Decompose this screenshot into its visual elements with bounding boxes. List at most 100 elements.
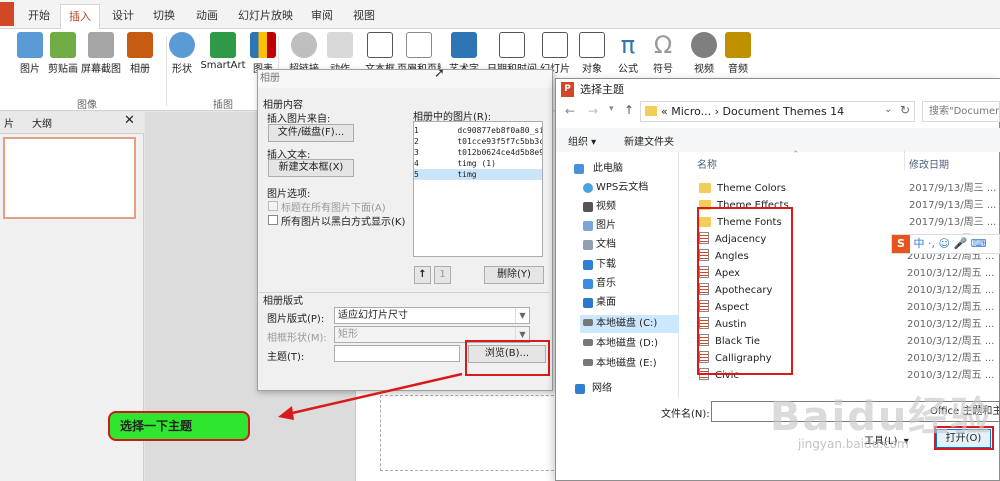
list-item[interactable]: 4 timg (1) [414, 158, 542, 169]
pi-icon: π [620, 31, 636, 59]
tab-outline[interactable]: 大纲 [32, 115, 52, 130]
picture-icon [17, 32, 43, 58]
file-name: Theme Colors [717, 183, 786, 194]
black-white-label: 所有图片以黑白方式显示(K) [281, 217, 406, 228]
screenshot-button[interactable]: 屏幕截图 [79, 32, 123, 78]
caption-below-label: 标题在所有图片下面(A) [281, 203, 386, 214]
chevron-down-icon[interactable]: ⌄ [884, 104, 892, 115]
back-arrow-icon[interactable]: ← [565, 104, 575, 118]
theme-label: 主题(T): [267, 352, 305, 363]
video-icon [583, 202, 593, 212]
order-number: 1 [434, 266, 451, 284]
outline-tab-bar [0, 112, 144, 134]
tab-view[interactable]: 视图 [345, 4, 383, 29]
photo-album-icon [127, 32, 153, 58]
picture-options-label: 图片选项: [267, 189, 311, 200]
nav-this-pc[interactable]: 此电脑 [583, 160, 623, 178]
move-up-button[interactable]: ↑ [414, 266, 431, 284]
globe-icon [291, 32, 317, 58]
new-folder-button[interactable]: 新建文件夹 [624, 133, 674, 148]
ime-toolbar[interactable]: S 中 ·, ☺ 🎤 ⌨ [891, 234, 1000, 254]
network-icon [575, 384, 585, 394]
theme-input[interactable] [334, 345, 460, 362]
caption-below-checkbox[interactable] [268, 201, 278, 211]
document-icon [583, 240, 593, 250]
refresh-icon[interactable]: ↻ [900, 103, 910, 117]
column-header-date[interactable]: 修改日期 [909, 156, 949, 171]
textbox-icon [367, 32, 393, 58]
forward-arrow-icon[interactable]: → [588, 104, 598, 118]
file-date: 2010/3/12/周五 ... [907, 285, 995, 296]
drive-icon [583, 319, 593, 326]
file-date: 2017/9/13/周三 ... [909, 200, 997, 211]
pic-layout-select[interactable]: 适应幻灯片尺寸 [334, 307, 530, 324]
list-item[interactable]: 1 dc90877eb8f0a80_si [414, 125, 542, 136]
frame-shape-label: 相框形状(M): [267, 333, 327, 344]
tab-home[interactable]: 开始 [20, 4, 58, 29]
computer-icon [574, 164, 584, 174]
camera-icon [88, 32, 114, 58]
audio-button[interactable]: 音频 [716, 32, 760, 78]
tab-slides[interactable]: 片 [4, 115, 14, 130]
smartart-button[interactable]: SmartArt [200, 32, 246, 78]
tab-transitions[interactable]: 切换 [145, 4, 183, 29]
album-content-label: 相册内容 [263, 100, 303, 111]
file-date: 2010/3/12/周五 ... [907, 302, 995, 313]
music-icon [583, 279, 593, 289]
tab-review[interactable]: 审阅 [303, 4, 341, 29]
file-date: 2010/3/12/周五 ... [907, 319, 995, 330]
tab-design[interactable]: 设计 [104, 4, 142, 29]
symbol-button[interactable]: Ω 符号 [641, 32, 685, 78]
tab-insert[interactable]: 插入 [60, 4, 100, 29]
file-disk-button[interactable]: 文件/磁盘(F)... [268, 124, 354, 142]
shapes-button[interactable]: 形状 [160, 32, 204, 78]
new-textbox-button[interactable]: 新建文本框(X) [268, 159, 354, 177]
search-input[interactable]: 搜索"Document Themes 14" [922, 101, 1000, 122]
group-label-images: 图像 [77, 100, 97, 111]
film-reel-icon [691, 32, 717, 58]
annotation-callout: 选择一下主题 [108, 411, 250, 441]
smartart-icon [210, 32, 236, 58]
mouse-cursor-icon: ➚ [434, 66, 445, 81]
column-header-name[interactable]: 名称 [697, 156, 717, 171]
file-row[interactable]: Theme Colors 2017/9/13/周三 ... [699, 180, 1000, 197]
slide-thumbnail[interactable] [3, 137, 136, 219]
list-item[interactable]: 2 t01cce93f5f7c5bb3c [414, 136, 542, 147]
sogou-logo: S [892, 235, 910, 253]
tab-slideshow[interactable]: 幻灯片放映 [230, 4, 301, 29]
dialog-title: 选择主题 [556, 79, 1000, 101]
file-date: 2010/3/12/周五 ... [907, 370, 995, 381]
file-date: 2010/3/12/周五 ... [907, 353, 995, 364]
organize-button[interactable]: 组织 ▾ [568, 133, 596, 148]
list-item[interactable]: 3 t012b0624ce4d5b8e9 [414, 147, 542, 158]
black-white-checkbox[interactable] [268, 215, 278, 225]
chevron-down-icon[interactable]: ▼ [515, 308, 529, 323]
address-bar[interactable]: « Micro... › Document Themes 14 [640, 101, 915, 122]
drive-icon [583, 359, 593, 366]
nav-drive-c[interactable]: 本地磁盘 (C:) [580, 315, 679, 333]
watermark-url: jingyan.baidu.com [798, 437, 909, 451]
photo-album-button[interactable]: 相册 [118, 32, 162, 78]
desktop-icon [583, 298, 593, 308]
delete-button[interactable]: 删除(Y) [484, 266, 544, 284]
insert-from-label: 插入图片来自: [267, 114, 331, 125]
shapes-icon [169, 32, 195, 58]
chart-icon [250, 32, 276, 58]
up-arrow-icon[interactable]: ↑ [624, 103, 634, 117]
watermark: Baidu经验 [770, 394, 993, 440]
powerpoint-icon: P [561, 82, 574, 97]
dialog-title: 相册 [258, 70, 552, 88]
omega-icon: Ω [653, 31, 673, 59]
tab-animations[interactable]: 动画 [188, 4, 226, 29]
download-icon [583, 260, 593, 270]
calendar-icon [499, 32, 525, 58]
chevron-down-icon[interactable]: ▾ [609, 104, 614, 114]
command-bar [556, 128, 1000, 152]
file-menu-button[interactable] [0, 2, 14, 26]
highlight-themes [697, 207, 793, 375]
file-date: 2010/3/12/周五 ... [907, 268, 995, 279]
file-date: 2010/3/12/周五 ... [907, 336, 995, 347]
close-icon[interactable]: ✕ [124, 113, 135, 128]
group-label-illustrations: 插图 [213, 100, 233, 111]
list-item-selected[interactable]: 5 timg [414, 169, 542, 180]
